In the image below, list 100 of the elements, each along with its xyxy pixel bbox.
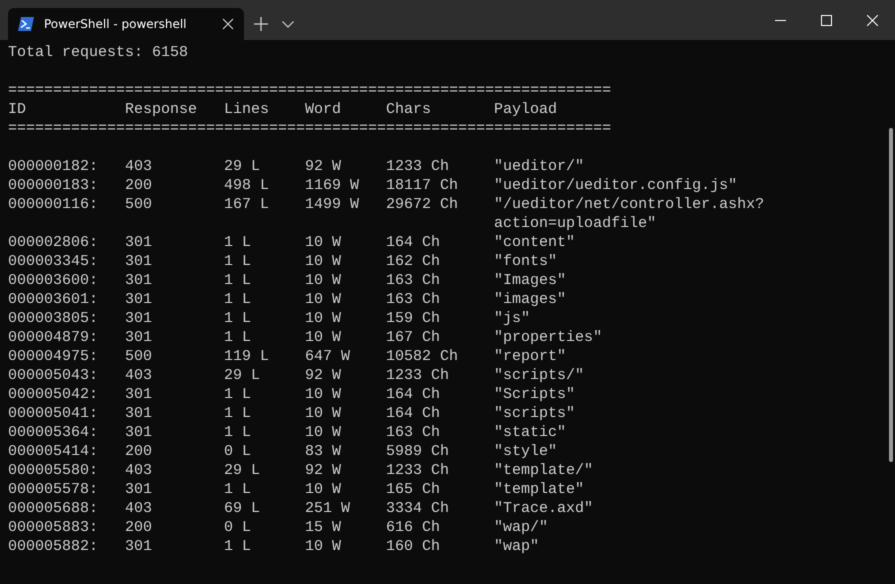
- chars-cell: 5989 Ch: [386, 443, 450, 460]
- response-cell: 301: [125, 405, 152, 422]
- response-cell: 301: [125, 272, 152, 289]
- word-cell: 92 W: [305, 158, 342, 175]
- chars-cell: 165 Ch: [386, 481, 440, 498]
- lines-cell: 0 L: [224, 443, 252, 460]
- response-cell: 500: [125, 348, 152, 365]
- id-cell: 000005364:: [8, 424, 98, 441]
- chars-cell: 1233 Ch: [386, 462, 450, 479]
- response-cell: 403: [125, 462, 152, 479]
- word-cell: 10 W: [305, 272, 342, 289]
- chars-cell: 616 Ch: [386, 519, 440, 536]
- payload-cell-text: "wap": [494, 537, 540, 556]
- word-cell: 1169 W: [305, 177, 360, 194]
- word-cell: 10 W: [305, 481, 342, 498]
- id-cell: 000003600:: [8, 272, 98, 289]
- chars-cell: 29672 Ch: [386, 196, 458, 213]
- lines-cell: 29 L: [224, 367, 260, 384]
- chars-cell: 167 Ch: [386, 329, 440, 346]
- dropdown-chevron-icon[interactable]: [282, 20, 294, 28]
- id-cell: 000000116:: [8, 196, 98, 213]
- payload-cell-text: "fonts": [494, 252, 558, 271]
- id-cell: 000003601:: [8, 291, 98, 308]
- word-cell: 10 W: [305, 253, 342, 270]
- chars-cell: 164 Ch: [386, 405, 440, 422]
- id-cell: 000005414:: [8, 443, 98, 460]
- lines-cell: 1 L: [224, 291, 252, 308]
- response-cell: 301: [125, 329, 152, 346]
- id-cell: 000005042:: [8, 386, 98, 403]
- lines-cell: 1 L: [224, 481, 252, 498]
- chars-cell: 18117 Ch: [386, 177, 458, 194]
- id-cell: 000002806:: [8, 234, 98, 251]
- scrollbar-thumb[interactable]: [889, 128, 893, 462]
- chars-cell: 3334 Ch: [386, 500, 450, 517]
- lines-cell: 69 L: [224, 500, 260, 517]
- lines-cell: 1 L: [224, 538, 252, 555]
- lines-cell: 1 L: [224, 234, 252, 251]
- id-cell: 000000182:: [8, 158, 98, 175]
- payload-cell-text: "template": [494, 480, 586, 499]
- response-cell: 301: [125, 310, 152, 327]
- lines-cell: 0 L: [224, 519, 252, 536]
- id-cell: 000005883:: [8, 519, 98, 536]
- response-cell: 301: [125, 253, 152, 270]
- payload-cell-text: "wap/": [494, 518, 550, 537]
- response-cell: 301: [125, 386, 152, 403]
- word-cell: 10 W: [305, 405, 342, 422]
- id-cell: 000005043:: [8, 367, 98, 384]
- lines-cell: 1 L: [224, 386, 252, 403]
- word-cell: 10 W: [305, 538, 342, 555]
- column-header: Response: [125, 100, 198, 119]
- response-cell: 200: [125, 177, 152, 194]
- tab-title: PowerShell - powershell: [44, 17, 188, 31]
- payload-cell: "/ueditor/net/controller.ashx?action=uploadfile": [494, 195, 764, 233]
- lines-cell: 1 L: [224, 310, 252, 327]
- chars-cell: 160 Ch: [386, 538, 440, 555]
- id-cell: 000003805:: [8, 310, 98, 327]
- word-cell: 92 W: [305, 367, 342, 384]
- response-cell: 301: [125, 538, 152, 555]
- response-cell: 301: [125, 481, 152, 498]
- chars-cell: 1233 Ch: [386, 367, 450, 384]
- payload-cell-text: "js": [494, 309, 532, 328]
- terminal-tab[interactable]: PowerShell - powershell: [8, 8, 244, 40]
- word-cell: 10 W: [305, 310, 342, 327]
- response-cell: 200: [125, 519, 152, 536]
- word-cell: 10 W: [305, 329, 342, 346]
- close-tab-icon[interactable]: [222, 18, 234, 30]
- id-cell: 000004975:: [8, 348, 98, 365]
- word-cell: 647 W: [305, 348, 350, 365]
- lines-cell: 1 L: [224, 329, 252, 346]
- id-cell: 000005578:: [8, 481, 98, 498]
- payload-cell-text: "scripts": [494, 404, 576, 423]
- chars-cell: 163 Ch: [386, 291, 440, 308]
- payload-cell-text: "properties": [494, 328, 604, 347]
- payload-cell-text: "style": [494, 442, 558, 461]
- payload-cell-text: "images": [494, 290, 568, 309]
- powershell-icon: [18, 17, 34, 31]
- word-cell: 10 W: [305, 386, 342, 403]
- column-header: Word: [305, 100, 342, 119]
- response-cell: 500: [125, 196, 152, 213]
- word-cell: 251 W: [305, 500, 350, 517]
- word-cell: 1499 W: [305, 196, 360, 213]
- chars-cell: 164 Ch: [386, 386, 440, 403]
- lines-cell: 1 L: [224, 272, 252, 289]
- column-header: ID: [8, 100, 28, 119]
- column-header: Lines: [224, 100, 270, 119]
- chars-cell: 164 Ch: [386, 234, 440, 251]
- id-cell: 000003345:: [8, 253, 98, 270]
- lines-cell: 29 L: [224, 462, 260, 479]
- word-cell: 15 W: [305, 519, 342, 536]
- response-cell: 403: [125, 158, 152, 175]
- lines-cell: 29 L: [224, 158, 260, 175]
- chars-cell: 10582 Ch: [386, 348, 458, 365]
- word-cell: 10 W: [305, 424, 342, 441]
- payload-cell-text: "template/": [494, 461, 594, 480]
- chars-cell: 159 Ch: [386, 310, 440, 327]
- payload-cell-text: "Images": [494, 271, 568, 290]
- response-cell: 301: [125, 424, 152, 441]
- id-cell: 000005580:: [8, 462, 98, 479]
- new-tab-icon[interactable]: [254, 17, 268, 31]
- chars-cell: 163 Ch: [386, 424, 440, 441]
